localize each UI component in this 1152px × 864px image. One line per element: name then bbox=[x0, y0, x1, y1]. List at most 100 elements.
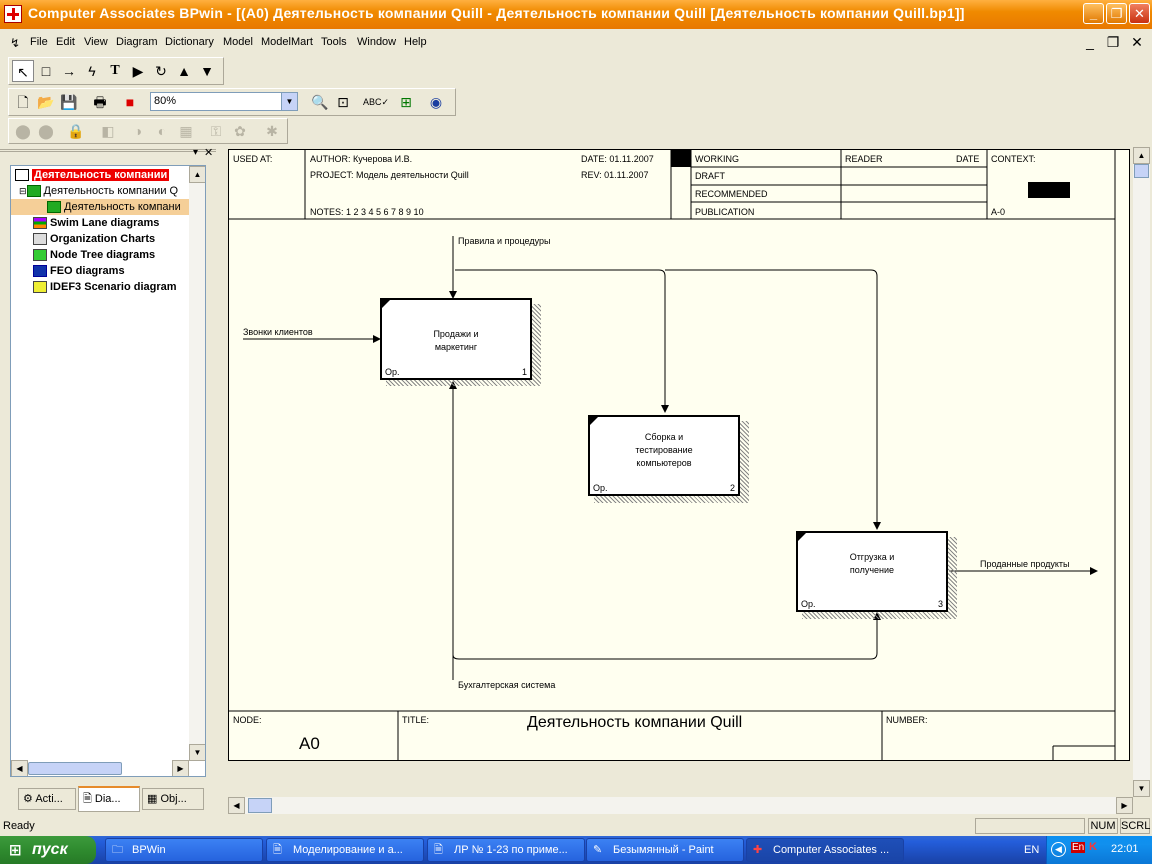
mm-b-icon[interactable]: ◐ bbox=[151, 120, 173, 142]
diagram-vscroll[interactable]: ▲ ▼ bbox=[1133, 147, 1150, 797]
print-icon[interactable]: 🖶 bbox=[89, 91, 111, 113]
control-label[interactable]: Правила и процедуры bbox=[458, 236, 550, 246]
vscroll-thumb[interactable] bbox=[1134, 164, 1149, 178]
tree-scroll-left[interactable]: ◀ bbox=[11, 760, 28, 776]
diagram-hscroll[interactable]: ◀ ▶ bbox=[228, 797, 1133, 814]
tree-item-swimlane[interactable]: Swim Lane diagrams bbox=[33, 215, 159, 231]
chevron-down-icon[interactable]: ▼ bbox=[281, 93, 297, 110]
mm-a-icon[interactable]: ◑ bbox=[127, 120, 149, 142]
idef0-diagram[interactable]: USED AT: AUTHOR: Кучерова И.В. PROJECT: … bbox=[228, 149, 1130, 761]
tree-scroll-up[interactable]: ▲ bbox=[189, 166, 205, 183]
task-bpwin-active[interactable]: ✚ Computer Associates ... bbox=[746, 838, 904, 862]
start-button[interactable]: ⊞ пуск bbox=[0, 836, 96, 864]
hscroll-thumb[interactable] bbox=[248, 798, 272, 813]
up-tool-icon[interactable]: ▲ bbox=[173, 60, 195, 82]
box-tool-icon[interactable]: □ bbox=[35, 60, 57, 82]
mm-disconnect-icon[interactable]: ⬤ bbox=[35, 120, 57, 142]
menu-diagram[interactable]: Diagram bbox=[116, 36, 158, 48]
lock-icon[interactable]: 🔒 bbox=[65, 120, 87, 142]
activity-box-1[interactable]: Продажи и маркетинг Op. 1 bbox=[380, 298, 532, 380]
scroll-left-icon[interactable]: ◀ bbox=[228, 797, 245, 814]
keyboard-layout-icon[interactable]: En bbox=[1071, 842, 1086, 853]
tree-node-decomp[interactable]: Деятельность компани bbox=[11, 199, 205, 215]
menu-modelmart[interactable]: ModelMart bbox=[261, 36, 313, 48]
new-icon[interactable]: 🗋 bbox=[12, 91, 34, 113]
menu-tools[interactable]: Tools bbox=[321, 36, 347, 48]
play-tool-icon[interactable]: ▶ bbox=[127, 60, 149, 82]
app-icon[interactable] bbox=[4, 5, 22, 23]
tree-item-orgchart[interactable]: Organization Charts bbox=[33, 231, 155, 247]
drawing-toolbar: ↖ □ → ϟ T ▶ ↻ ▲ ▼ bbox=[8, 57, 224, 85]
tree-scroll-down[interactable]: ▼ bbox=[189, 744, 205, 761]
tray-expand-icon[interactable]: ◀ bbox=[1051, 842, 1066, 857]
color-icon[interactable]: ■ bbox=[119, 91, 141, 113]
mm-c-icon[interactable]: ⚿ bbox=[205, 120, 227, 142]
menu-bar: ↯ File Edit View Diagram Dictionary Mode… bbox=[0, 30, 1152, 54]
window-title: Computer Associates BPwin - [(A0) Деятел… bbox=[28, 5, 965, 21]
arrow-tool-icon[interactable]: → bbox=[58, 60, 80, 82]
mm-connect-icon[interactable]: ⬤ bbox=[12, 120, 34, 142]
text-tool-icon[interactable]: T bbox=[104, 60, 126, 82]
pointer-tool-icon[interactable]: ↖ bbox=[12, 60, 34, 82]
mechanism-label[interactable]: Бухгалтерская система bbox=[458, 680, 555, 690]
task-bpwin[interactable]: 🗀 BPWin bbox=[105, 838, 263, 862]
doc-icon[interactable]: ↯ bbox=[10, 36, 20, 50]
activity-box-3[interactable]: Отгрузка и получение Op. 3 bbox=[796, 531, 948, 612]
down-tool-icon[interactable]: ▼ bbox=[196, 60, 218, 82]
tab-activities[interactable]: ⚙ Acti... bbox=[18, 788, 76, 810]
task-word-2[interactable]: 🗎 ЛР № 1-23 по приме... bbox=[427, 838, 585, 862]
tree-hscroll-thumb[interactable] bbox=[28, 762, 122, 775]
tree-item-nodetree[interactable]: Node Tree diagrams bbox=[33, 247, 155, 263]
zoom-select[interactable]: 80% ▼ bbox=[150, 92, 298, 111]
modelmart-icon[interactable]: ◉ bbox=[425, 91, 447, 113]
save-icon[interactable]: 💾 bbox=[58, 91, 80, 113]
tree-item-idef3[interactable]: IDEF3 Scenario diagram bbox=[33, 279, 177, 295]
mdi-minimize-icon[interactable]: _ bbox=[1080, 33, 1100, 51]
mdi-close-icon[interactable]: ✕ bbox=[1127, 33, 1147, 51]
spell-check-icon[interactable]: ABC✓ bbox=[363, 91, 389, 113]
zoom-fit-icon[interactable]: ⊡ bbox=[332, 91, 354, 113]
mdi-restore-icon[interactable]: ❐ bbox=[1103, 33, 1123, 51]
tree-root[interactable]: Деятельность компании bbox=[15, 167, 170, 183]
task-word-1[interactable]: 🗎 Моделирование и а... bbox=[266, 838, 424, 862]
menu-help[interactable]: Help bbox=[404, 36, 427, 48]
menu-window[interactable]: Window bbox=[357, 36, 396, 48]
minimize-button[interactable]: _ bbox=[1083, 3, 1104, 24]
task-paint[interactable]: ✎ Безымянный - Paint bbox=[586, 838, 744, 862]
model-explorer-icon[interactable]: ⊞ bbox=[395, 91, 417, 113]
zoom-in-icon[interactable]: 🔍 bbox=[309, 91, 331, 113]
input-label[interactable]: Звонки клиентов bbox=[243, 327, 313, 337]
menu-model[interactable]: Model bbox=[223, 36, 253, 48]
tree-vscroll-track[interactable] bbox=[189, 183, 205, 759]
model-tree: Деятельность компании ⊟ Деятельность комп… bbox=[10, 165, 206, 777]
panel-close-icon[interactable]: ✕ bbox=[204, 146, 213, 159]
tree-item-feo[interactable]: FEO diagrams bbox=[33, 263, 125, 279]
mm-cube-icon[interactable]: ◧ bbox=[97, 120, 119, 142]
menu-view[interactable]: View bbox=[84, 36, 108, 48]
open-icon[interactable]: 📂 bbox=[35, 91, 57, 113]
tree-scroll-right[interactable]: ▶ bbox=[172, 760, 189, 776]
maximize-button[interactable]: ❐ bbox=[1106, 3, 1127, 24]
activity-box-2[interactable]: Сборка и тестирование компьютеров Op. 2 bbox=[588, 415, 740, 496]
antivirus-icon[interactable]: K bbox=[1089, 841, 1097, 853]
tree-node-context[interactable]: ⊟ Деятельность компании Q bbox=[19, 183, 178, 199]
menu-file[interactable]: File bbox=[30, 36, 48, 48]
tab-diagrams[interactable]: 🗎 Dia... bbox=[78, 786, 140, 812]
scroll-right-icon[interactable]: ▶ bbox=[1116, 797, 1133, 814]
panel-pin-icon[interactable]: ▾ bbox=[193, 147, 198, 158]
panel-grip[interactable] bbox=[0, 149, 216, 161]
language-indicator[interactable]: EN bbox=[1024, 844, 1039, 856]
menu-dictionary[interactable]: Dictionary bbox=[165, 36, 214, 48]
mm-d-icon[interactable]: ✿ bbox=[229, 120, 251, 142]
mm-e-icon[interactable]: ✱ bbox=[261, 120, 283, 142]
menu-edit[interactable]: Edit bbox=[56, 36, 75, 48]
rotate-tool-icon[interactable]: ↻ bbox=[150, 60, 172, 82]
output-label[interactable]: Проданные продукты bbox=[980, 559, 1070, 569]
tab-objects[interactable]: ▦ Obj... bbox=[142, 788, 204, 810]
mm-grid-icon[interactable]: ▦ bbox=[175, 120, 197, 142]
scroll-down-icon[interactable]: ▼ bbox=[1133, 780, 1150, 797]
close-button[interactable]: ✕ bbox=[1129, 3, 1150, 24]
word-icon: 🗎 bbox=[273, 844, 282, 856]
squiggle-tool-icon[interactable]: ϟ bbox=[81, 60, 103, 82]
scroll-up-icon[interactable]: ▲ bbox=[1133, 147, 1150, 164]
